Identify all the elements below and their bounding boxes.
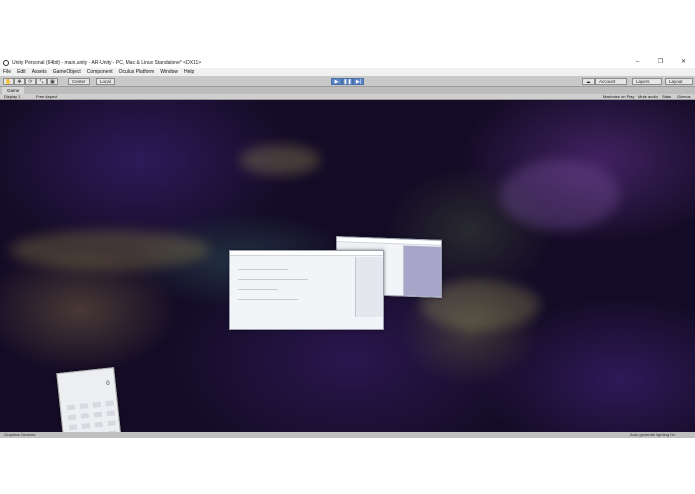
window-title: Unity Personal (64bit) - main.unity - AR… [12,59,202,66]
menu-assets[interactable]: Assets [32,69,47,75]
minimize-button[interactable]: – [626,57,649,68]
step-icon[interactable]: ▶| [353,78,364,85]
game-tab-bar: Game [0,87,695,94]
window-image-panel [403,245,442,297]
nebula-cloud [500,160,620,230]
menu-edit[interactable]: Edit [17,69,26,75]
tab-game[interactable]: Game [2,87,25,94]
calc-key[interactable] [81,423,91,429]
calc-key[interactable] [94,421,104,428]
hand-tool-icon[interactable]: ✋ [3,78,14,85]
text-line [238,299,298,300]
layout-dropdown[interactable]: Layout [665,78,693,85]
text-line [238,269,288,270]
nebula-cloud [240,145,320,175]
toolbar: ✋ ✥ ⟳ ⤡ ▣ Center Local ▶ ❚❚ ▶| ☁ Account… [0,76,695,87]
account-dropdown[interactable]: Account [595,78,627,85]
menu-oculus-platform[interactable]: Oculus Platform [119,69,155,75]
calc-key[interactable] [79,403,89,409]
menu-gameobject[interactable]: GameObject [53,69,81,75]
calc-key[interactable] [93,411,103,418]
calc-key[interactable] [105,400,114,407]
unity-logo-icon [3,59,9,66]
window-title-bar [230,251,383,256]
menu-component[interactable]: Component [87,69,113,75]
pivot-local-button[interactable]: Local [96,78,115,85]
floating-calculator[interactable]: 0 [56,367,122,432]
calc-key[interactable] [107,420,117,427]
layers-dropdown[interactable]: Layers [632,78,662,85]
nebula-cloud [10,230,210,270]
move-tool-icon[interactable]: ✥ [14,78,25,85]
scale-tool-icon[interactable]: ⤡ [36,78,47,85]
calc-key[interactable] [68,424,78,431]
play-icon[interactable]: ▶ [331,78,342,85]
calc-key[interactable] [106,410,116,417]
calc-key[interactable] [66,404,76,411]
unity-editor-window: Unity Personal (64bit) - main.unity - AR… [0,57,695,438]
calc-key[interactable] [92,401,102,408]
maximize-button[interactable]: ❐ [649,57,672,68]
side-panel [355,257,383,317]
calc-key[interactable] [67,414,77,421]
menu-file[interactable]: File [3,69,11,75]
transform-tools: ✋ ✥ ⟳ ⤡ ▣ [3,78,58,85]
status-right-text: Auto generate lighting On [630,432,676,437]
rect-tool-icon[interactable]: ▣ [47,78,58,85]
cloud-icon[interactable]: ☁ [582,78,595,85]
text-line [238,289,278,290]
calc-key[interactable] [80,413,90,419]
pivot-center-button[interactable]: Center [68,78,90,85]
menu-help[interactable]: Help [184,69,194,75]
title-bar: Unity Personal (64bit) - main.unity - AR… [0,57,695,68]
menu-window[interactable]: Window [160,69,178,75]
game-view[interactable]: 0 [0,100,695,432]
status-bar: Graphics Devices Auto generate lighting … [0,432,695,438]
play-controls: ▶ ❚❚ ▶| [331,78,364,85]
close-button[interactable]: ✕ [672,57,695,68]
status-left-text: Graphics Devices [4,432,36,437]
floating-window-editor[interactable] [229,250,384,330]
calculator-display: 0 [106,380,110,388]
pause-icon[interactable]: ❚❚ [342,78,353,85]
rotate-tool-icon[interactable]: ⟳ [25,78,36,85]
menu-bar: File Edit Assets GameObject Component Oc… [0,68,695,76]
text-line [238,279,308,280]
